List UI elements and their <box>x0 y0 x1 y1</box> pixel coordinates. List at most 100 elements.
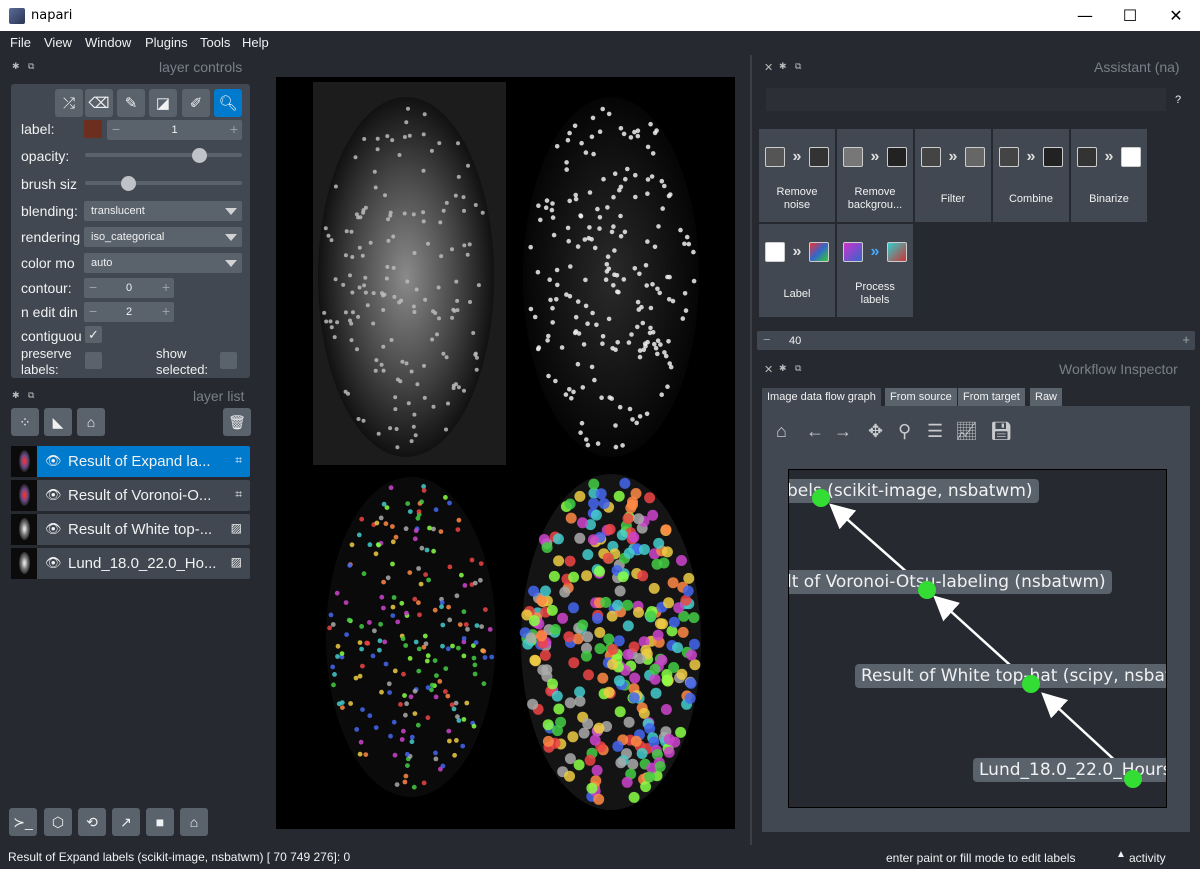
tab-raw[interactable]: Raw <box>1030 388 1063 406</box>
remove-background-tile[interactable]: » Remove backgrou... <box>837 129 913 222</box>
menu-plugins[interactable]: Plugins <box>145 35 188 50</box>
eraser-button[interactable]: ⌫ <box>85 89 113 117</box>
caret-up-icon[interactable]: ▲ <box>1116 849 1126 860</box>
maximize-button[interactable]: ☐ <box>1107 0 1153 31</box>
plus-icon[interactable]: + <box>1182 332 1190 347</box>
graph-node[interactable] <box>812 489 830 507</box>
close-icon[interactable]: ✕ <box>764 61 773 74</box>
n-edit-dim-spinbox[interactable]: − 2 + <box>84 302 174 322</box>
label-tile[interactable]: » Label <box>759 224 835 317</box>
eye-icon[interactable]: 👁︎ <box>45 453 62 469</box>
layer-name[interactable]: Lund_18.0_22.0_Ho... <box>68 555 218 572</box>
roll-dims-button[interactable]: ⟲ <box>78 808 106 836</box>
transpose-button[interactable]: ↗ <box>112 808 140 836</box>
back-arrow-icon[interactable]: ← <box>806 421 824 442</box>
zoom-icon[interactable]: ⚲ <box>898 421 911 442</box>
pan-icon[interactable]: ✥ <box>868 421 883 442</box>
float-dock-icon[interactable]: ⧉ <box>28 390 34 401</box>
menu-window[interactable]: Window <box>85 35 131 50</box>
menu-help[interactable]: Help <box>242 35 269 50</box>
filter-tile[interactable]: » Filter <box>915 129 991 222</box>
home-button[interactable]: ⌂ <box>180 808 208 836</box>
combine-tile[interactable]: » Combine <box>993 129 1069 222</box>
show-selected-checkbox[interactable] <box>220 352 237 369</box>
float-dock-icon[interactable]: ⧉ <box>28 61 34 72</box>
layer-row[interactable]: 👁︎ Result of White top-... ▨ <box>11 514 250 545</box>
close-dock-icon[interactable]: ✱ <box>12 61 20 72</box>
assistant-search-input[interactable] <box>766 88 1166 111</box>
nucleus-mark <box>452 752 457 758</box>
brush-size-slider-handle[interactable] <box>120 176 136 191</box>
float-dock-icon[interactable]: ⧉ <box>795 363 801 374</box>
console-button[interactable]: ≻_ <box>9 808 37 836</box>
eye-icon[interactable]: 👁︎ <box>45 521 62 537</box>
number-spinbox[interactable]: − 40 + <box>757 331 1195 350</box>
tab-from-target[interactable]: From target <box>958 388 1025 406</box>
layer-name[interactable]: Result of Voronoi-O... <box>68 487 218 504</box>
nucleus-mark <box>346 391 350 396</box>
graph-node[interactable] <box>1124 770 1142 788</box>
menu-tools[interactable]: Tools <box>200 35 230 50</box>
paint-brush-button[interactable]: ✎ <box>117 89 145 117</box>
activity-button[interactable]: activity <box>1129 851 1166 865</box>
new-labels-layer-button[interactable]: ⌂ <box>77 408 105 436</box>
canvas-image[interactable] <box>276 77 735 829</box>
viewer-canvas[interactable] <box>276 77 735 829</box>
remove-noise-tile[interactable]: » Remove noise <box>759 129 835 222</box>
tab-image-data-flow-graph[interactable]: Image data flow graph <box>762 388 881 406</box>
layer-row[interactable]: 👁︎ Lund_18.0_22.0_Ho... ▨ <box>11 548 250 579</box>
fill-bucket-button[interactable]: ◪ <box>149 89 177 117</box>
new-points-layer-button[interactable]: ⁘ <box>11 408 39 436</box>
close-icon[interactable]: ✕ <box>764 363 773 376</box>
shuffle-colors-button[interactable]: ⤮ <box>55 89 83 117</box>
close-button[interactable]: ✕ <box>1153 0 1199 31</box>
contiguous-checkbox[interactable]: ✓ <box>85 326 102 343</box>
close-dock-icon[interactable]: ✱ <box>779 363 787 374</box>
configure-subplots-icon[interactable]: ☰ <box>927 421 943 442</box>
grid-view-button[interactable]: ■ <box>146 808 174 836</box>
layer-name[interactable]: Result of White top-... <box>68 521 218 538</box>
label-color-swatch[interactable] <box>84 120 102 138</box>
process-labels-tile[interactable]: » Process labels <box>837 224 913 317</box>
close-dock-icon[interactable]: ✱ <box>12 390 20 401</box>
menu-file[interactable]: File <box>10 35 31 50</box>
edit-axis-icon[interactable]: 📈︎ <box>955 421 978 442</box>
minimize-button[interactable]: — <box>1062 0 1108 31</box>
float-dock-icon[interactable]: ⧉ <box>795 61 801 72</box>
menu-view[interactable]: View <box>44 35 72 50</box>
layer-row[interactable]: 👁︎ Result of Voronoi-O... ⌗ <box>11 480 250 511</box>
save-icon[interactable]: 💾︎ <box>990 421 1013 442</box>
graph-node[interactable] <box>918 581 936 599</box>
workflow-graph-plot[interactable]: bels (scikit-image, nsbatwm) lt of Voron… <box>788 469 1167 808</box>
opacity-slider-handle[interactable] <box>191 148 207 163</box>
plus-icon[interactable]: + <box>162 279 170 295</box>
dock-divider[interactable] <box>750 55 752 845</box>
close-dock-icon[interactable]: ✱ <box>779 61 787 72</box>
home-icon[interactable]: ⌂ <box>776 421 787 442</box>
eye-icon[interactable]: 👁︎ <box>45 487 62 503</box>
preserve-labels-checkbox[interactable] <box>85 352 102 369</box>
blending-select[interactable]: translucent <box>84 201 242 221</box>
layer-row[interactable]: 👁︎ Result of Expand la... ⌗ <box>11 446 250 477</box>
ndisplay-button[interactable]: ⬡ <box>44 808 72 836</box>
help-button[interactable]: ? <box>1175 94 1181 106</box>
graph-node[interactable] <box>1022 675 1040 693</box>
eye-icon[interactable]: 👁︎ <box>45 555 62 571</box>
plus-icon[interactable]: + <box>230 121 238 137</box>
rendering-select[interactable]: iso_categorical <box>84 227 242 247</box>
color-mode-select[interactable]: auto <box>84 253 242 273</box>
minus-icon[interactable]: − <box>763 332 771 347</box>
pan-zoom-button[interactable]: 🔍︎ <box>214 89 242 117</box>
label-spinbox[interactable]: − 1 + <box>107 120 242 140</box>
layer-name[interactable]: Result of Expand la... <box>68 453 218 470</box>
contour-spinbox[interactable]: − 0 + <box>84 278 174 298</box>
color-picker-button[interactable]: ✐ <box>182 89 210 117</box>
opacity-slider[interactable] <box>85 153 242 157</box>
tab-from-source[interactable]: From source <box>885 388 957 406</box>
new-shapes-layer-button[interactable]: ◣ <box>44 408 72 436</box>
binarize-tile[interactable]: » Binarize <box>1071 129 1147 222</box>
brush-size-slider[interactable] <box>85 181 242 185</box>
delete-layer-button[interactable]: 🗑︎ <box>223 408 251 436</box>
forward-arrow-icon[interactable]: → <box>834 421 852 442</box>
plus-icon[interactable]: + <box>162 303 170 319</box>
